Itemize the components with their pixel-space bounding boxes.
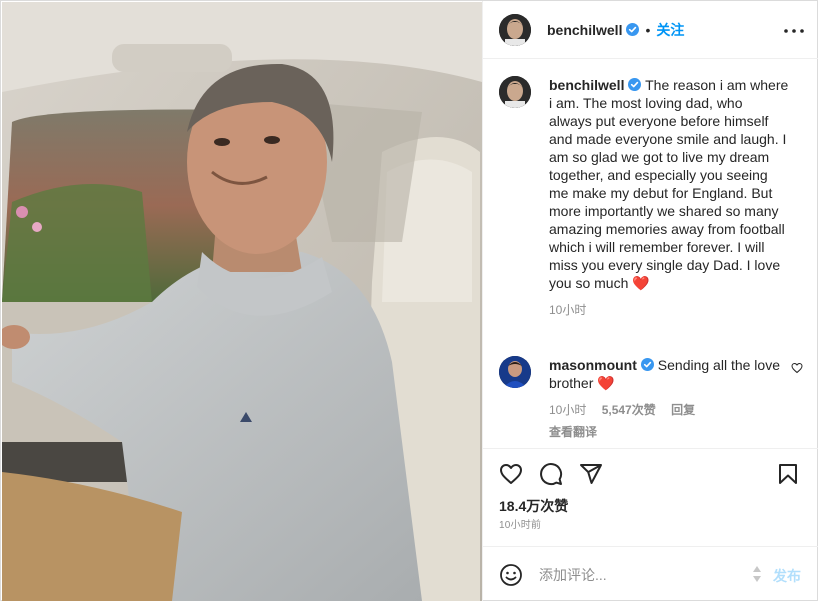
heart-emoji: ❤️ [632, 275, 650, 291]
avatar[interactable] [499, 76, 531, 108]
heart-emoji: ❤️ [597, 375, 615, 391]
avatar[interactable] [499, 13, 531, 46]
post-photo [2, 2, 482, 601]
see-translation-button[interactable]: 查看翻译 [549, 423, 789, 441]
post-modal: benchilwell • 关注 benchilwell The reason … [0, 0, 818, 601]
reply-button[interactable]: 回复 [671, 403, 695, 417]
avatar[interactable] [499, 356, 531, 388]
post-header: benchilwell • 关注 [483, 1, 818, 59]
paper-plane-icon[interactable] [579, 462, 603, 486]
comments-list: benchilwell The reason i am where i am. … [483, 60, 818, 447]
like-count[interactable]: 18.4万次赞 [499, 496, 568, 516]
more-options-icon[interactable] [782, 19, 806, 43]
verified-badge-icon [640, 358, 654, 371]
caption-text: The reason i am where i am. The most lov… [549, 77, 789, 291]
caption-username[interactable]: benchilwell [549, 77, 624, 93]
follow-button[interactable]: 关注 [656, 20, 684, 40]
caption: benchilwell The reason i am where i am. … [499, 76, 799, 319]
caption-meta: 10小时 [549, 301, 789, 319]
comment-input[interactable] [539, 566, 739, 583]
comment-like-icon[interactable] [791, 362, 803, 374]
caption-time[interactable]: 10小时 [549, 303, 586, 317]
post-sidebar: benchilwell • 关注 benchilwell The reason … [482, 1, 818, 601]
action-icons [499, 462, 603, 486]
sort-arrows-icon [753, 566, 761, 582]
verified-badge-icon [628, 78, 642, 91]
comment-icon[interactable] [539, 462, 563, 486]
comment-username[interactable]: masonmount [549, 357, 637, 373]
separator: • [645, 21, 651, 38]
post-timestamp[interactable]: 10小时前 [499, 516, 541, 531]
comment-composer: 发布 [483, 546, 818, 601]
bookmark-icon[interactable] [776, 462, 800, 486]
comment-item: masonmount Sending all the love brother … [499, 356, 803, 441]
verified-badge-icon [626, 23, 640, 36]
post-comment-button[interactable]: 发布 [773, 566, 801, 586]
username[interactable]: benchilwell [547, 22, 622, 38]
caption-body: benchilwell The reason i am where i am. … [549, 76, 789, 319]
action-bar: 18.4万次赞 10小时前 [483, 448, 818, 547]
emoji-icon[interactable] [499, 563, 523, 587]
comment-likes[interactable]: 5,547次赞 [602, 403, 656, 417]
comment-meta: 10小时 5,547次赞 回复 [549, 401, 789, 419]
comment-body: masonmount Sending all the love brother … [549, 356, 789, 441]
comment-time[interactable]: 10小时 [549, 403, 586, 417]
heart-icon[interactable] [499, 462, 523, 486]
